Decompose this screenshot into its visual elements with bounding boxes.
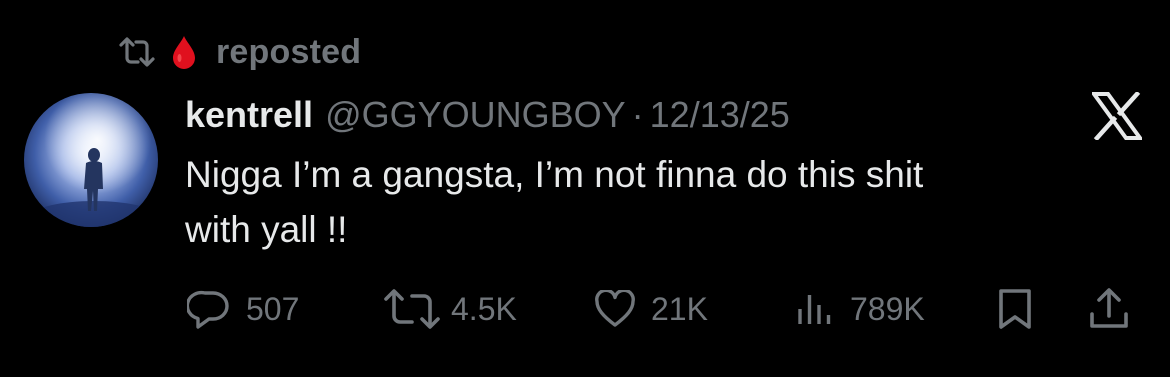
repost-button[interactable]: 4.5K bbox=[383, 285, 517, 333]
bookmark-button[interactable] bbox=[998, 285, 1032, 333]
x-logo-icon bbox=[1092, 92, 1142, 140]
views-count: 789K bbox=[850, 290, 925, 327]
share-icon bbox=[1089, 288, 1129, 330]
separator-dot: · bbox=[631, 94, 644, 135]
user-handle[interactable]: @GGYOUNGBOY bbox=[325, 94, 626, 136]
tweet-text-line: Nigga I’m a gangsta, I’m not finna do th… bbox=[185, 154, 924, 195]
share-button[interactable] bbox=[1089, 285, 1129, 333]
views-button[interactable]: 789K bbox=[797, 285, 925, 333]
like-count: 21K bbox=[651, 290, 708, 327]
reply-icon bbox=[187, 287, 231, 331]
display-name[interactable]: kentrell bbox=[185, 94, 313, 136]
tweet-date[interactable]: 12/13/25 bbox=[650, 94, 790, 136]
tweet-text-line: with yall !! bbox=[185, 209, 348, 250]
repost-context[interactable]: reposted bbox=[118, 28, 361, 76]
repost-count: 4.5K bbox=[451, 290, 517, 327]
like-button[interactable]: 21K bbox=[595, 285, 708, 333]
repost-icon bbox=[118, 37, 156, 67]
repost-icon bbox=[383, 289, 441, 329]
bookmark-icon bbox=[998, 288, 1032, 330]
blood-drop-icon bbox=[172, 35, 196, 69]
avatar[interactable] bbox=[24, 93, 158, 227]
tweet-header: kentrell @GGYOUNGBOY · 12/13/25 bbox=[185, 90, 790, 140]
heart-icon bbox=[595, 290, 635, 328]
views-icon bbox=[797, 291, 833, 327]
tweet-text: Nigga I’m a gangsta, I’m not finna do th… bbox=[185, 147, 1115, 257]
repost-label: reposted bbox=[216, 32, 362, 71]
reply-count: 507 bbox=[246, 290, 300, 327]
reply-button[interactable]: 507 bbox=[187, 285, 299, 333]
